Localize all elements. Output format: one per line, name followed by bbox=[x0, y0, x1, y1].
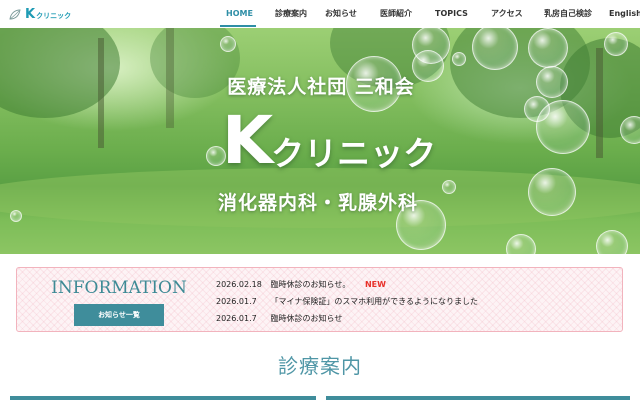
site-header: K クリニック HOME 診療案内 お知らせ 医師紹介 TOPICS アクセス … bbox=[0, 0, 640, 28]
hero-departments: 消化器内科・乳腺外科 bbox=[217, 192, 418, 214]
hero-name-letter: K bbox=[222, 102, 274, 179]
bubble-decoration bbox=[528, 28, 568, 68]
bubble-decoration bbox=[596, 230, 628, 254]
bubble-decoration bbox=[442, 180, 456, 194]
hero-banner: 医療法人社団 三和会 Kクリニック 消化器内科・乳腺外科 bbox=[0, 28, 640, 254]
section-card-top-left bbox=[10, 396, 316, 400]
nav-item-english[interactable]: English bbox=[609, 9, 640, 19]
bubble-decoration bbox=[620, 116, 640, 144]
nav-item-medical-guide[interactable]: 診療案内 bbox=[275, 9, 307, 19]
news-item[interactable]: 2026.02.18 臨時休診のお知らせ。 NEW bbox=[216, 276, 478, 293]
nav-item-news[interactable]: お知らせ bbox=[325, 9, 357, 19]
bubble-decoration bbox=[10, 210, 22, 222]
information-title: INFORMATION bbox=[51, 278, 187, 298]
bubble-decoration bbox=[536, 66, 568, 98]
news-date: 2026.02.18 bbox=[216, 280, 262, 289]
bubble-decoration bbox=[536, 100, 590, 154]
hero-clinic-name: Kクリニック bbox=[222, 106, 436, 176]
news-date: 2026.01.7 bbox=[216, 314, 257, 323]
tree-trunk bbox=[596, 48, 603, 158]
hero-name-kana: クリニック bbox=[271, 134, 437, 173]
news-date: 2026.01.7 bbox=[216, 297, 257, 306]
news-item[interactable]: 2026.01.7 臨時休診のお知らせ bbox=[216, 310, 478, 327]
news-list: 2026.02.18 臨時休診のお知らせ。 NEW 2026.01.7 「マイナ… bbox=[216, 276, 478, 327]
bubble-decoration bbox=[452, 52, 466, 66]
bubble-decoration bbox=[506, 234, 536, 254]
news-text[interactable]: 臨時休診のお知らせ。 bbox=[271, 276, 351, 293]
hero-organization: 医療法人社団 三和会 bbox=[227, 76, 415, 98]
new-badge: NEW bbox=[364, 280, 386, 289]
nav-active-indicator bbox=[220, 25, 256, 27]
news-text[interactable]: 「マイナ保険証」のスマホ利用ができるようになりました bbox=[271, 293, 478, 310]
section-title-medical-guide: 診療案内 bbox=[278, 354, 362, 378]
nav-item-home[interactable]: HOME bbox=[226, 9, 253, 19]
nav-item-access[interactable]: アクセス bbox=[491, 9, 523, 19]
tree-trunk bbox=[98, 38, 104, 148]
nav-item-doctors[interactable]: 医師紹介 bbox=[380, 9, 412, 19]
nav-item-topics[interactable]: TOPICS bbox=[435, 9, 468, 19]
section-card-top-right bbox=[326, 396, 630, 400]
tree-trunk bbox=[166, 28, 174, 128]
bubble-decoration bbox=[604, 32, 628, 56]
news-item[interactable]: 2026.01.7 「マイナ保険証」のスマホ利用ができるようになりました bbox=[216, 293, 478, 310]
bubble-decoration bbox=[220, 36, 236, 52]
news-text[interactable]: 臨時休診のお知らせ bbox=[271, 310, 343, 327]
news-list-button[interactable]: お知らせ一覧 bbox=[74, 304, 164, 326]
bubble-decoration bbox=[528, 168, 576, 216]
information-panel: INFORMATION お知らせ一覧 2026.02.18 臨時休診のお知らせ。… bbox=[16, 267, 623, 332]
main-nav: HOME 診療案内 お知らせ 医師紹介 TOPICS アクセス 乳房自己検診 E… bbox=[0, 0, 640, 28]
nav-item-self-exam[interactable]: 乳房自己検診 bbox=[544, 9, 592, 19]
